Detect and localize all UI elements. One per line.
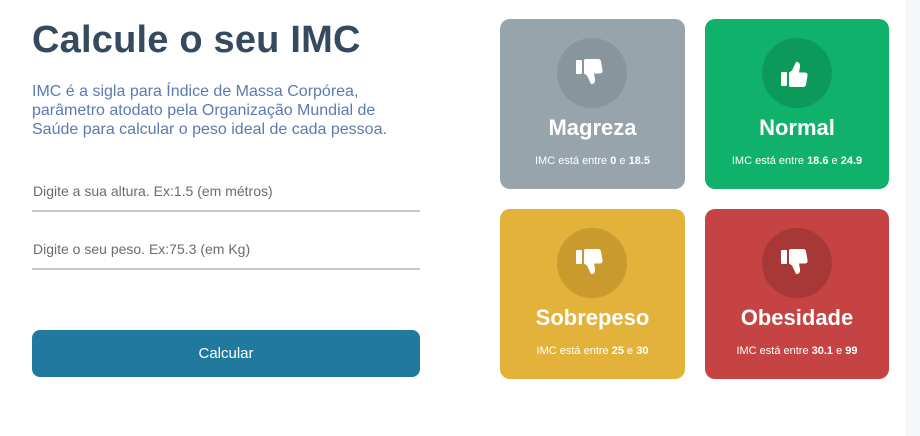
icon-circle xyxy=(762,38,832,108)
category-card-sobrepeso: Sobrepeso IMC está entre 25 e 30 xyxy=(500,209,685,379)
category-label: Sobrepeso xyxy=(535,305,650,330)
thumbs-up-icon xyxy=(781,61,808,87)
range-min: 30.1 xyxy=(811,345,834,357)
icon-circle xyxy=(762,228,832,298)
intro-section: Calcule o seu IMC IMC é a sigla para Índ… xyxy=(32,14,420,139)
category-card-normal: Normal IMC está entre 18.6 e 24.9 xyxy=(705,19,889,189)
icon-circle xyxy=(557,38,627,108)
category-label: Normal xyxy=(759,115,835,140)
thumbs-down-icon xyxy=(781,249,808,275)
window-edge xyxy=(906,0,920,436)
range-min: 18.6 xyxy=(807,155,829,167)
height-input[interactable] xyxy=(32,172,420,212)
range-min: 25 xyxy=(611,345,624,357)
weight-input[interactable] xyxy=(32,230,420,270)
range-max: 18.5 xyxy=(628,155,650,167)
category-range: IMC está entre 25 e 30 xyxy=(536,345,649,357)
thumbs-down-icon xyxy=(576,249,603,275)
category-card-magreza: Magreza IMC está entre 0 e 18.5 xyxy=(500,19,685,189)
category-range: IMC está entre 0 e 18.5 xyxy=(535,155,650,167)
page-description: IMC é a sigla para Índice de Massa Corpó… xyxy=(32,83,387,138)
range-max: 99 xyxy=(845,345,858,357)
category-label: Obesidade xyxy=(740,305,854,330)
category-range: IMC está entre 30.1 e 99 xyxy=(736,345,858,357)
category-card-obesidade: Obesidade IMC está entre 30.1 e 99 xyxy=(705,209,889,379)
category-label: Magreza xyxy=(548,115,637,140)
page-title: Calcule o seu IMC xyxy=(32,19,361,61)
icon-circle xyxy=(557,228,627,298)
category-range: IMC está entre 18.6 e 24.9 xyxy=(731,155,863,167)
range-max: 30 xyxy=(636,345,649,357)
calculate-button[interactable]: Calcular xyxy=(32,330,420,377)
range-max: 24.9 xyxy=(840,155,863,167)
thumbs-down-icon xyxy=(576,59,603,85)
